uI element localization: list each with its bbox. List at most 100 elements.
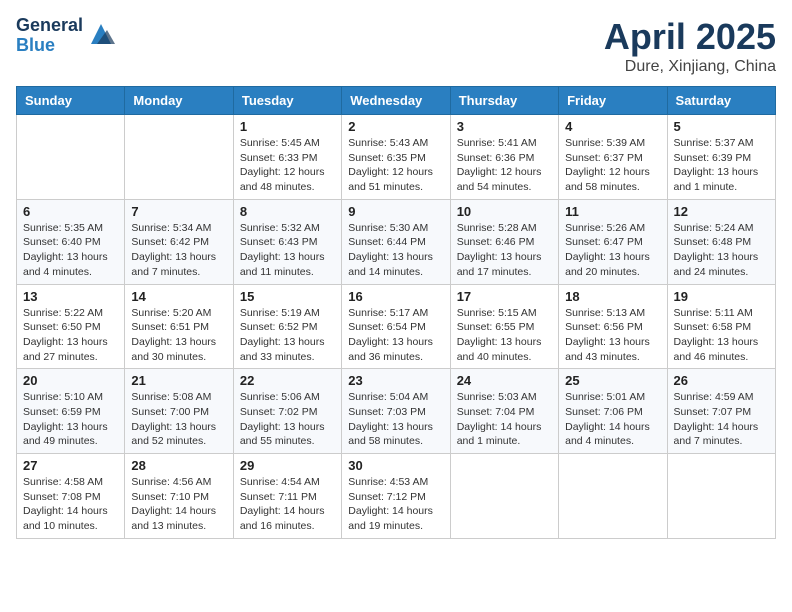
calendar-header-row: SundayMondayTuesdayWednesdayThursdayFrid… [17,87,776,115]
day-info: Sunrise: 5:26 AM Sunset: 6:47 PM Dayligh… [565,221,660,280]
calendar-cell [559,454,667,539]
calendar-cell: 11 Sunrise: 5:26 AM Sunset: 6:47 PM Dayli… [559,199,667,284]
day-number: 17 [457,289,552,304]
column-header-thursday: Thursday [450,87,558,115]
calendar-table: SundayMondayTuesdayWednesdayThursdayFrid… [16,86,776,539]
day-info: Sunrise: 5:20 AM Sunset: 6:51 PM Dayligh… [131,306,226,365]
day-info: Sunrise: 4:53 AM Sunset: 7:12 PM Dayligh… [348,475,443,534]
logo-icon [87,20,115,48]
day-number: 6 [23,204,118,219]
logo: General Blue [16,16,115,56]
calendar-cell: 20Sunrise: 5:10 AM Sunset: 6:59 PM Dayli… [17,369,125,454]
day-info: Sunrise: 5:11 AM Sunset: 6:58 PM Dayligh… [674,306,769,365]
day-number: 1 [240,119,335,134]
calendar-week-row: 13 Sunrise: 5:22 AM Sunset: 6:50 PM Dayli… [17,284,776,369]
day-number: 20 [23,373,118,388]
day-number: 11 [565,204,660,219]
day-info: Sunrise: 5:03 AM Sunset: 7:04 PM Dayligh… [457,390,552,449]
day-info: Sunrise: 5:13 AM Sunset: 6:56 PM Dayligh… [565,306,660,365]
logo-blue-text: Blue [16,36,83,56]
day-number: 4 [565,119,660,134]
month-title: April 2025 [604,16,776,58]
calendar-cell: 30 Sunrise: 4:53 AM Sunset: 7:12 PM Dayli… [342,454,450,539]
header: General Blue April 2025 Dure, Xinjiang, … [16,16,776,76]
day-info: Sunrise: 5:08 AM Sunset: 7:00 PM Dayligh… [131,390,226,449]
calendar-cell: 26 Sunrise: 4:59 AM Sunset: 7:07 PM Dayli… [667,369,775,454]
calendar-cell: 9 Sunrise: 5:30 AM Sunset: 6:44 PM Daylig… [342,199,450,284]
calendar-cell: 16Sunrise: 5:17 AM Sunset: 6:54 PM Dayli… [342,284,450,369]
calendar-cell [17,115,125,200]
calendar-cell: 3Sunrise: 5:41 AM Sunset: 6:36 PM Daylig… [450,115,558,200]
day-number: 3 [457,119,552,134]
column-header-friday: Friday [559,87,667,115]
day-number: 14 [131,289,226,304]
calendar-cell: 25 Sunrise: 5:01 AM Sunset: 7:06 PM Dayli… [559,369,667,454]
day-info: Sunrise: 5:35 AM Sunset: 6:40 PM Dayligh… [23,221,118,280]
day-info: Sunrise: 4:54 AM Sunset: 7:11 PM Dayligh… [240,475,335,534]
day-info: Sunrise: 5:32 AM Sunset: 6:43 PM Dayligh… [240,221,335,280]
day-number: 28 [131,458,226,473]
day-info: Sunrise: 5:30 AM Sunset: 6:44 PM Dayligh… [348,221,443,280]
calendar-cell: 13 Sunrise: 5:22 AM Sunset: 6:50 PM Dayli… [17,284,125,369]
calendar-cell: 22Sunrise: 5:06 AM Sunset: 7:02 PM Dayli… [233,369,341,454]
calendar-cell: 19 Sunrise: 5:11 AM Sunset: 6:58 PM Dayli… [667,284,775,369]
calendar-cell: 8 Sunrise: 5:32 AM Sunset: 6:43 PM Daylig… [233,199,341,284]
calendar-cell: 28Sunrise: 4:56 AM Sunset: 7:10 PM Dayli… [125,454,233,539]
day-info: Sunrise: 5:22 AM Sunset: 6:50 PM Dayligh… [23,306,118,365]
logo-general-text: General [16,16,83,36]
calendar-week-row: 6 Sunrise: 5:35 AM Sunset: 6:40 PM Daylig… [17,199,776,284]
day-number: 15 [240,289,335,304]
calendar-cell: 6 Sunrise: 5:35 AM Sunset: 6:40 PM Daylig… [17,199,125,284]
day-number: 5 [674,119,769,134]
calendar-cell: 7 Sunrise: 5:34 AM Sunset: 6:42 PM Daylig… [125,199,233,284]
calendar-cell: 2 Sunrise: 5:43 AM Sunset: 6:35 PM Daylig… [342,115,450,200]
day-info: Sunrise: 5:34 AM Sunset: 6:42 PM Dayligh… [131,221,226,280]
day-info: Sunrise: 4:59 AM Sunset: 7:07 PM Dayligh… [674,390,769,449]
calendar-cell: 27 Sunrise: 4:58 AM Sunset: 7:08 PM Dayli… [17,454,125,539]
calendar-cell: 17 Sunrise: 5:15 AM Sunset: 6:55 PM Dayli… [450,284,558,369]
calendar-cell [667,454,775,539]
calendar-cell: 5Sunrise: 5:37 AM Sunset: 6:39 PM Daylig… [667,115,775,200]
day-number: 26 [674,373,769,388]
calendar-cell: 29Sunrise: 4:54 AM Sunset: 7:11 PM Dayli… [233,454,341,539]
day-info: Sunrise: 5:24 AM Sunset: 6:48 PM Dayligh… [674,221,769,280]
day-number: 7 [131,204,226,219]
day-info: Sunrise: 5:04 AM Sunset: 7:03 PM Dayligh… [348,390,443,449]
day-number: 12 [674,204,769,219]
day-info: Sunrise: 4:58 AM Sunset: 7:08 PM Dayligh… [23,475,118,534]
day-number: 19 [674,289,769,304]
calendar-cell: 4Sunrise: 5:39 AM Sunset: 6:37 PM Daylig… [559,115,667,200]
column-header-tuesday: Tuesday [233,87,341,115]
calendar-cell: 14 Sunrise: 5:20 AM Sunset: 6:51 PM Dayli… [125,284,233,369]
day-number: 22 [240,373,335,388]
calendar-cell: 18Sunrise: 5:13 AM Sunset: 6:56 PM Dayli… [559,284,667,369]
title-area: April 2025 Dure, Xinjiang, China [604,16,776,76]
calendar-cell: 24Sunrise: 5:03 AM Sunset: 7:04 PM Dayli… [450,369,558,454]
day-number: 21 [131,373,226,388]
day-info: Sunrise: 5:43 AM Sunset: 6:35 PM Dayligh… [348,136,443,195]
column-header-saturday: Saturday [667,87,775,115]
calendar-cell [450,454,558,539]
day-info: Sunrise: 5:15 AM Sunset: 6:55 PM Dayligh… [457,306,552,365]
day-info: Sunrise: 5:01 AM Sunset: 7:06 PM Dayligh… [565,390,660,449]
day-number: 30 [348,458,443,473]
calendar-week-row: 1 Sunrise: 5:45 AM Sunset: 6:33 PM Daylig… [17,115,776,200]
location-title: Dure, Xinjiang, China [604,58,776,76]
column-header-wednesday: Wednesday [342,87,450,115]
day-number: 25 [565,373,660,388]
calendar-cell: 10Sunrise: 5:28 AM Sunset: 6:46 PM Dayli… [450,199,558,284]
calendar-cell: 23 Sunrise: 5:04 AM Sunset: 7:03 PM Dayli… [342,369,450,454]
day-info: Sunrise: 5:45 AM Sunset: 6:33 PM Dayligh… [240,136,335,195]
day-number: 16 [348,289,443,304]
calendar-week-row: 20Sunrise: 5:10 AM Sunset: 6:59 PM Dayli… [17,369,776,454]
day-number: 27 [23,458,118,473]
column-header-monday: Monday [125,87,233,115]
day-number: 9 [348,204,443,219]
calendar-cell: 21 Sunrise: 5:08 AM Sunset: 7:00 PM Dayli… [125,369,233,454]
day-number: 8 [240,204,335,219]
day-number: 13 [23,289,118,304]
day-info: Sunrise: 5:28 AM Sunset: 6:46 PM Dayligh… [457,221,552,280]
day-number: 2 [348,119,443,134]
calendar-cell: 12 Sunrise: 5:24 AM Sunset: 6:48 PM Dayli… [667,199,775,284]
day-number: 23 [348,373,443,388]
